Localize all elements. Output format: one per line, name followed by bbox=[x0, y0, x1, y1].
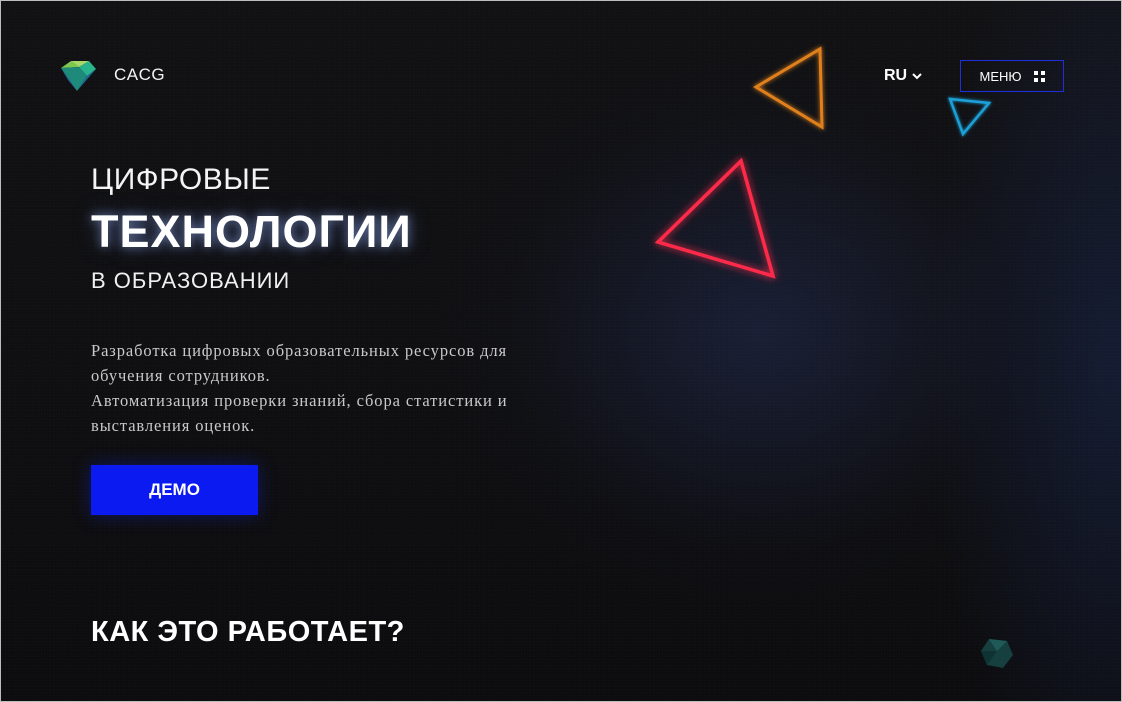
landing-page: CACG RU МЕНЮ ЦИФРОВЫЕ ТЕХНОЛОГИИ В ОБРАЗ… bbox=[0, 0, 1122, 702]
red-triangle-decoration bbox=[654, 157, 776, 279]
hero-description-line: обучения сотрудников. bbox=[91, 366, 271, 385]
hero-title-line-2: ТЕХНОЛОГИИ bbox=[91, 206, 412, 257]
hero-description-line: Разработка цифровых образовательных ресу… bbox=[91, 341, 507, 360]
menu-label: МЕНЮ bbox=[979, 68, 1022, 84]
hero-description: Разработка цифровых образовательных ресу… bbox=[91, 338, 571, 438]
language-selector[interactable]: RU bbox=[884, 67, 923, 85]
teal-gem-decoration bbox=[981, 639, 1013, 668]
hero-description-line: выставления оценок. bbox=[91, 416, 256, 435]
logo[interactable]: CACG bbox=[59, 58, 165, 92]
logo-mark-icon bbox=[61, 61, 96, 91]
chevron-down-icon bbox=[912, 73, 922, 80]
hero-title-line-1: ЦИФРОВЫЕ bbox=[91, 163, 271, 196]
hero-title-line-3: В ОБРАЗОВАНИИ bbox=[91, 268, 291, 293]
language-label: RU bbox=[884, 67, 908, 84]
demo-button[interactable]: ДЕМО bbox=[91, 465, 258, 515]
blue-triangle-decoration bbox=[948, 97, 992, 137]
grid-dots-icon bbox=[1033, 70, 1045, 82]
orange-triangle-decoration bbox=[753, 46, 824, 130]
logo-text: CACG bbox=[114, 65, 166, 84]
menu-button[interactable]: МЕНЮ bbox=[960, 60, 1064, 92]
hero-description-line: Автоматизация проверки знаний, сбора ста… bbox=[91, 391, 508, 410]
section-title: КАК ЭТО РАБОТАЕТ? bbox=[91, 616, 405, 648]
